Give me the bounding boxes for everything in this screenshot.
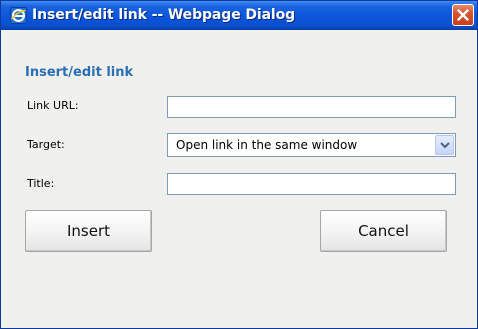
target-select[interactable]: Open link in the same window (167, 133, 456, 157)
link-url-label: Link URL: (27, 99, 79, 112)
internet-explorer-icon (10, 7, 27, 24)
title-label: Title: (27, 177, 55, 190)
cancel-button[interactable]: Cancel (320, 210, 447, 252)
window-title: Insert/edit link -- Webpage Dialog (32, 7, 296, 23)
dialog-heading: Insert/edit link (25, 65, 134, 80)
target-dropdown-button[interactable] (435, 135, 454, 155)
target-label: Target: (27, 138, 65, 151)
close-button[interactable] (452, 4, 474, 26)
title-bar[interactable]: Insert/edit link -- Webpage Dialog (1, 1, 477, 30)
close-icon (457, 9, 469, 21)
chevron-down-icon (440, 142, 450, 149)
title-input[interactable] (167, 173, 456, 195)
link-url-input[interactable] (167, 96, 456, 118)
dialog-window: Insert/edit link -- Webpage Dialog Inser… (0, 0, 478, 329)
insert-button[interactable]: Insert (25, 210, 152, 252)
target-selected-value: Open link in the same window (176, 138, 358, 152)
